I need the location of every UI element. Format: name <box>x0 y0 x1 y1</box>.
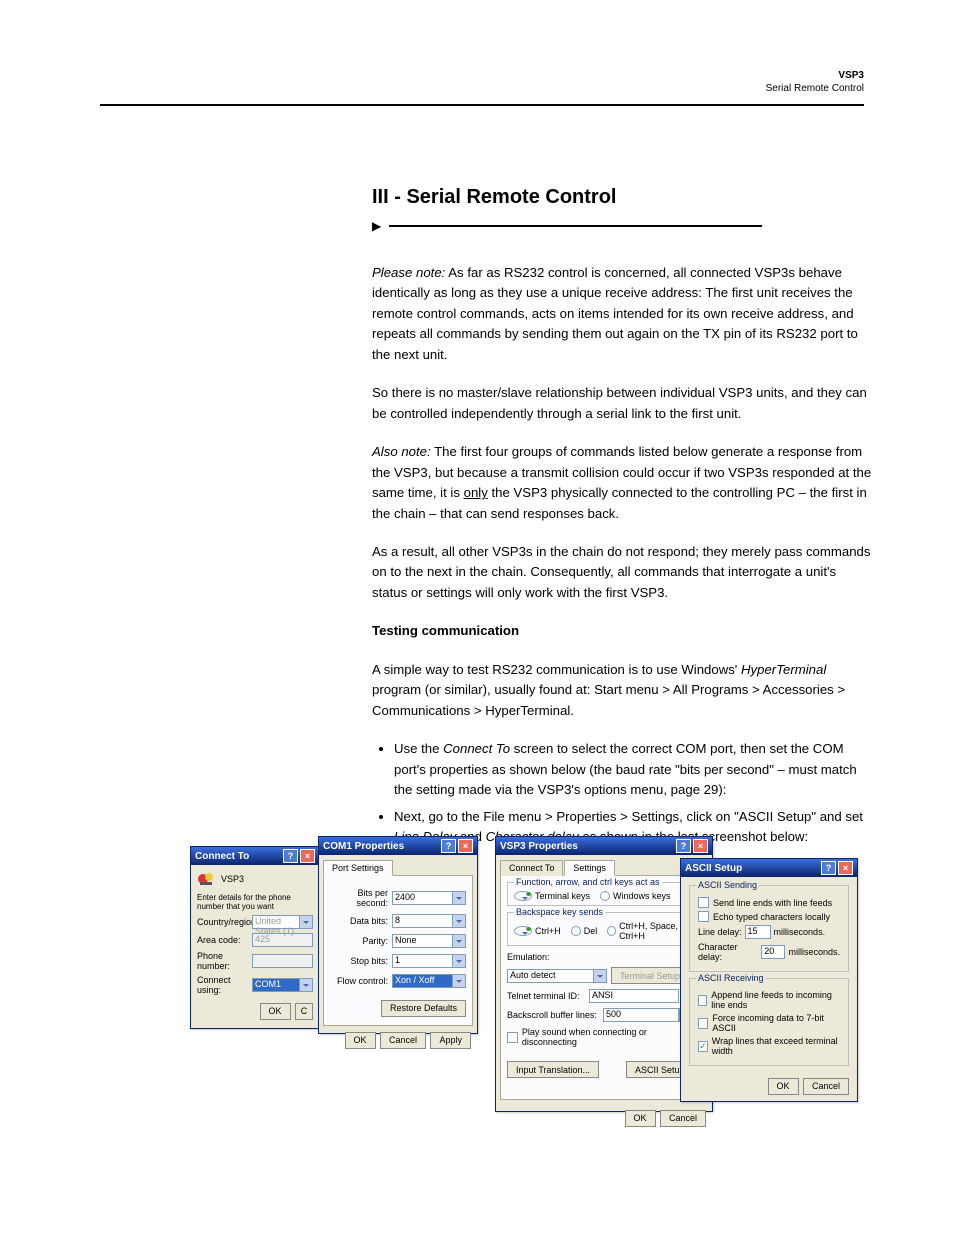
close-icon[interactable]: × <box>838 861 853 875</box>
connection-name: VSP3 <box>221 874 244 884</box>
group-backspace: Backspace key sends <box>514 907 605 917</box>
apply-button[interactable]: Apply <box>430 1032 471 1049</box>
header-subtitle: Serial Remote Control <box>100 83 864 94</box>
input-backscroll[interactable]: 500 <box>603 1008 679 1022</box>
triangle-icon: ▶ <box>372 219 381 233</box>
dlg2-title: COM1 Properties <box>323 841 439 852</box>
help-icon[interactable]: ? <box>283 849 298 863</box>
section-rule: ▶ <box>372 219 762 233</box>
paragraph-4: As a result, all other VSP3s in the chai… <box>372 542 872 603</box>
radio-del[interactable]: Del <box>571 921 598 941</box>
cancel-button[interactable]: Cancel <box>803 1078 849 1095</box>
product-name: VSP3 <box>100 70 864 81</box>
chk-echo-local[interactable]: Echo typed characters locally <box>698 911 840 922</box>
tab-connect-to[interactable]: Connect To <box>500 860 563 876</box>
help-icon[interactable]: ? <box>821 861 836 875</box>
unit-char-delay: milliseconds. <box>788 947 840 957</box>
cancel-button[interactable]: Cancel <box>380 1032 426 1049</box>
ok-button[interactable]: OK <box>768 1078 799 1095</box>
dlg3-title: VSP3 Properties <box>500 841 674 852</box>
lbl-emulation: Emulation: <box>507 952 550 962</box>
lbl-parity: Parity: <box>330 936 388 946</box>
ok-button[interactable]: OK <box>345 1032 376 1049</box>
lbl-databits: Data bits: <box>330 916 388 926</box>
sel-flow[interactable]: Xon / Xoff <box>392 974 466 988</box>
lbl-telnet-id: Telnet terminal ID: <box>507 991 585 1001</box>
input-translation-button[interactable]: Input Translation... <box>507 1061 599 1078</box>
dlg1-hint: Enter details for the phone number that … <box>197 893 313 911</box>
help-icon[interactable]: ? <box>676 839 691 853</box>
sel-connect-using[interactable]: COM1 <box>252 978 313 992</box>
subheading-testing: Testing communication <box>372 621 872 641</box>
phone-icon <box>197 871 217 887</box>
input-telnet-id[interactable]: ANSI <box>589 989 679 1003</box>
lbl-char-delay: Character delay: <box>698 942 758 962</box>
header-rule <box>100 104 864 106</box>
cancel-button[interactable]: Cancel <box>660 1110 706 1127</box>
close-icon[interactable]: × <box>300 849 315 863</box>
lbl-flow: Flow control: <box>330 976 388 986</box>
lbl-area: Area code: <box>197 935 249 945</box>
lbl-backscroll: Backscroll buffer lines: <box>507 1010 599 1020</box>
restore-defaults-button[interactable]: Restore Defaults <box>381 1000 466 1017</box>
sel-stopbits[interactable]: 1 <box>392 954 466 968</box>
list-item-1: Use the Connect To screen to select the … <box>394 739 872 800</box>
dialog-connect-to: Connect To ? × VSP3 Enter details for th… <box>190 846 320 1029</box>
tab-settings[interactable]: Settings <box>564 860 615 876</box>
note-2: Also note: The first four groups of comm… <box>372 442 872 524</box>
ok-button[interactable]: OK <box>625 1110 656 1127</box>
help-icon[interactable]: ? <box>441 839 456 853</box>
lbl-using: Connect using: <box>197 975 249 995</box>
close-icon[interactable]: × <box>693 839 708 853</box>
group-ascii-receiving: ASCII Receiving <box>696 973 766 983</box>
chk-send-line-ends[interactable]: Send line ends with line feeds <box>698 897 840 908</box>
lbl-country: Country/region: <box>197 917 249 927</box>
sel-parity[interactable]: None <box>392 934 466 948</box>
dlg1-title: Connect To <box>195 851 281 862</box>
chk-append-lf[interactable]: Append line feeds to incoming line ends <box>698 990 840 1010</box>
input-phone[interactable] <box>252 954 313 968</box>
chk-play-sound[interactable]: Play sound when connecting or disconnect… <box>507 1027 701 1047</box>
group-function-keys: Function, arrow, and ctrl keys act as <box>514 877 662 887</box>
input-line-delay[interactable]: 15 <box>745 925 771 939</box>
input-char-delay[interactable]: 20 <box>761 945 785 959</box>
paragraph-5: A simple way to test RS232 communication… <box>372 660 872 721</box>
note-1: Please note: As far as RS232 control is … <box>372 263 872 365</box>
dialog-com-properties: COM1 Properties ? × Port Settings Bits p… <box>318 836 478 1034</box>
radio-terminal-keys[interactable]: Terminal keys <box>514 891 590 901</box>
close-icon[interactable]: × <box>458 839 473 853</box>
lbl-stopbits: Stop bits: <box>330 956 388 966</box>
radio-ctrlh[interactable]: Ctrl+H <box>514 921 561 941</box>
lbl-line-delay: Line delay: <box>698 927 742 937</box>
radio-windows-keys[interactable]: Windows keys <box>600 891 671 901</box>
chk-wrap-lines[interactable]: ✓Wrap lines that exceed terminal width <box>698 1036 840 1056</box>
cancel-button[interactable]: C <box>295 1003 313 1020</box>
sel-baud[interactable]: 2400 <box>392 891 466 905</box>
dialog-ascii-setup: ASCII Setup ? × ASCII Sending Send line … <box>680 858 858 1102</box>
dlg4-title: ASCII Setup <box>685 863 819 874</box>
instruction-list: Use the Connect To screen to select the … <box>394 739 872 847</box>
lbl-baud: Bits per second: <box>330 888 388 908</box>
tab-port-settings[interactable]: Port Settings <box>323 860 393 876</box>
sel-databits[interactable]: 8 <box>392 914 466 928</box>
chk-force-7bit[interactable]: Force incoming data to 7-bit ASCII <box>698 1013 840 1033</box>
lbl-phone: Phone number: <box>197 951 249 971</box>
page-header: VSP3 Serial Remote Control <box>100 70 864 94</box>
paragraph-2: So there is no master/slave relationship… <box>372 383 872 424</box>
sel-country[interactable]: United States (1) <box>252 915 313 929</box>
ok-button[interactable]: OK <box>260 1003 291 1020</box>
section-title: III - Serial Remote Control <box>372 186 864 209</box>
group-ascii-sending: ASCII Sending <box>696 880 759 890</box>
sel-emulation[interactable]: Auto detect <box>507 969 607 983</box>
unit-line-delay: milliseconds. <box>774 927 826 937</box>
